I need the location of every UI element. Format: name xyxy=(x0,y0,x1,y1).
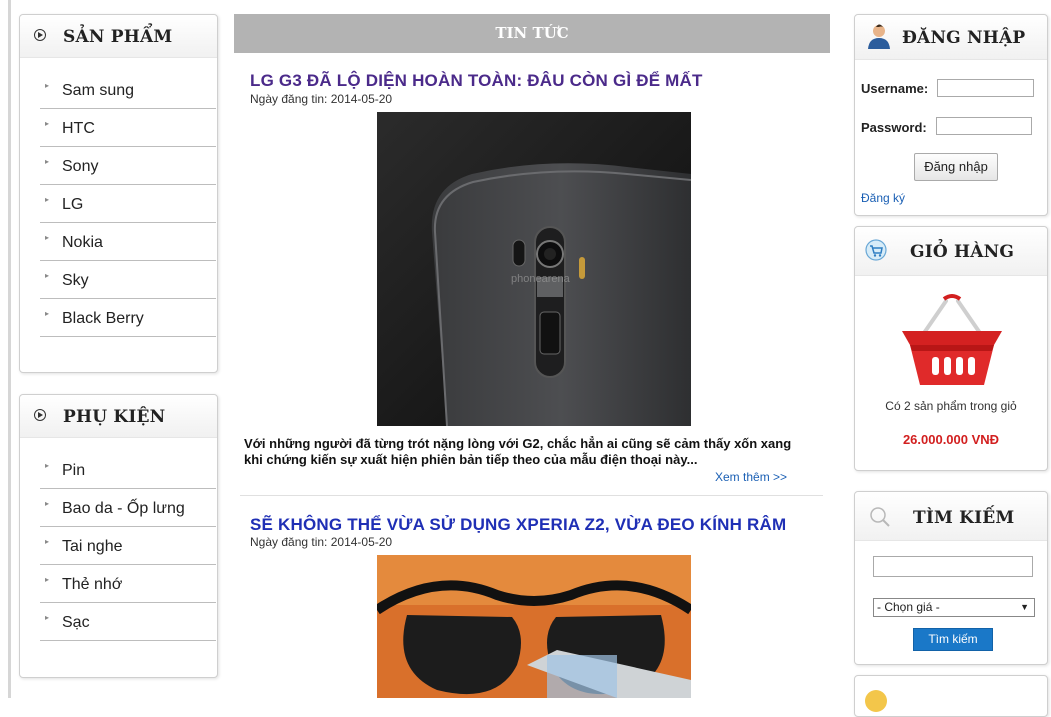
next-box xyxy=(854,675,1048,717)
bullet-icon: ▸ xyxy=(45,499,50,508)
cart-icon xyxy=(865,239,887,261)
login-button[interactable]: Đăng nhập xyxy=(914,153,998,181)
accessories-menu: ▸ Pin ▸ Bao da - Ốp lưng ▸ Tai nghe ▸ Thẻ nh… xyxy=(20,451,217,641)
bullet-icon: ▸ xyxy=(45,271,50,280)
products-box: SẢN PHẨM ▸ Sam sung ▸ HTC ▸ Sony ▸ LG ▸ Nokia… xyxy=(19,14,218,373)
article-divider xyxy=(240,495,823,496)
search-title: TÌM KIẾM xyxy=(913,508,1015,528)
products-title: SẢN PHẨM xyxy=(63,27,173,47)
article-date: Ngày đăng tin: 2014-05-20 xyxy=(250,535,393,549)
menu-item-htc[interactable]: ▸ HTC xyxy=(40,109,216,147)
article-date: Ngày đăng tin: 2014-05-20 xyxy=(250,92,393,106)
cart-box: GIỎ HÀNG Có 2 sản phẩm trong giỏ 26.000.… xyxy=(854,226,1048,471)
basket-icon[interactable] xyxy=(900,291,1004,389)
cart-title: GIỎ HÀNG xyxy=(910,242,1015,262)
accessories-title: PHỤ KIỆN xyxy=(63,407,166,427)
bullet-icon: ▸ xyxy=(45,119,50,128)
read-more-link[interactable]: Xem thêm >> xyxy=(715,470,787,484)
username-label: Username: xyxy=(861,81,929,96)
play-circle-icon xyxy=(34,409,46,421)
products-menu: ▸ Sam sung ▸ HTC ▸ Sony ▸ LG ▸ Nokia ▸ Sky ▸ Bl… xyxy=(20,71,217,337)
bullet-icon: ▸ xyxy=(45,575,50,584)
menu-item-charger[interactable]: ▸ Sạc xyxy=(40,603,216,641)
bullet-icon: ▸ xyxy=(45,195,50,204)
price-select[interactable]: - Chọn giá - ▼ xyxy=(873,598,1035,617)
accessories-header: PHỤ KIỆN xyxy=(20,395,217,438)
password-label: Password: xyxy=(861,120,927,135)
cart-header: GIỎ HÀNG xyxy=(855,227,1047,276)
accessories-box: PHỤ KIỆN ▸ Pin ▸ Bao da - Ốp lưng ▸ Tai ngh… xyxy=(19,394,218,678)
bullet-icon: ▸ xyxy=(45,461,50,470)
watermark-text: phonearena xyxy=(511,273,571,285)
article-image[interactable]: phonearena xyxy=(377,112,691,426)
search-header: TÌM KIẾM xyxy=(855,492,1047,541)
products-header: SẢN PHẨM xyxy=(20,15,217,58)
page-left-border xyxy=(8,0,11,698)
search-input[interactable] xyxy=(873,556,1033,577)
next-box-icon xyxy=(865,690,887,712)
menu-item-samsung[interactable]: ▸ Sam sung xyxy=(40,71,216,109)
menu-item-sony[interactable]: ▸ Sony xyxy=(40,147,216,185)
bullet-icon: ▸ xyxy=(45,537,50,546)
article-title[interactable]: SẼ KHÔNG THỂ VỪA SỬ DỤNG XPERIA Z2, VỪA … xyxy=(250,515,786,535)
password-input[interactable] xyxy=(936,117,1032,135)
sunglasses-illustration xyxy=(377,555,691,698)
login-title: ĐĂNG NHẬP xyxy=(902,28,1026,48)
phone-back-illustration: phonearena xyxy=(377,112,691,426)
menu-item-case[interactable]: ▸ Bao da - Ốp lưng xyxy=(40,489,216,527)
menu-item-headphones[interactable]: ▸ Tai nghe xyxy=(40,527,216,565)
bullet-icon: ▸ xyxy=(45,613,50,622)
article-title[interactable]: LG G3 ĐÃ LỘ DIỆN HOÀN TOÀN: ĐÂU CÒN GÌ Đ… xyxy=(250,71,703,91)
menu-item-memory-card[interactable]: ▸ Thẻ nhớ xyxy=(40,565,216,603)
cart-count: Có 2 sản phẩm trong giỏ xyxy=(885,399,1017,413)
menu-item-lg[interactable]: ▸ LG xyxy=(40,185,216,223)
bullet-icon: ▸ xyxy=(45,157,50,166)
bullet-icon: ▸ xyxy=(45,233,50,242)
login-box: ĐĂNG NHẬP Username: Password: Đăng nhập … xyxy=(854,14,1048,216)
article-image[interactable] xyxy=(377,555,691,698)
cart-total: 26.000.000 VNĐ xyxy=(902,432,1000,447)
user-icon xyxy=(868,24,890,49)
search-box: TÌM KIẾM - Chọn giá - ▼ Tìm kiếm xyxy=(854,491,1048,665)
bullet-icon: ▸ xyxy=(45,81,50,90)
article-summary: Với những người đã từng trót nặng lòng v… xyxy=(244,436,792,467)
bullet-icon: ▸ xyxy=(45,309,50,318)
search-button[interactable]: Tìm kiếm xyxy=(913,628,993,651)
price-select-value: - Chọn giá - xyxy=(877,600,940,614)
username-input[interactable] xyxy=(937,79,1034,97)
menu-item-sky[interactable]: ▸ Sky xyxy=(40,261,216,299)
menu-item-pin[interactable]: ▸ Pin xyxy=(40,451,216,489)
menu-item-nokia[interactable]: ▸ Nokia xyxy=(40,223,216,261)
register-link[interactable]: Đăng ký xyxy=(861,191,905,205)
login-header: ĐĂNG NHẬP xyxy=(855,15,1047,60)
menu-item-blackberry[interactable]: ▸ Black Berry xyxy=(40,299,216,337)
magnifier-icon xyxy=(870,507,890,527)
chevron-down-icon: ▼ xyxy=(1020,602,1029,612)
news-header: TIN TỨC xyxy=(234,14,830,53)
play-circle-icon xyxy=(34,29,46,41)
